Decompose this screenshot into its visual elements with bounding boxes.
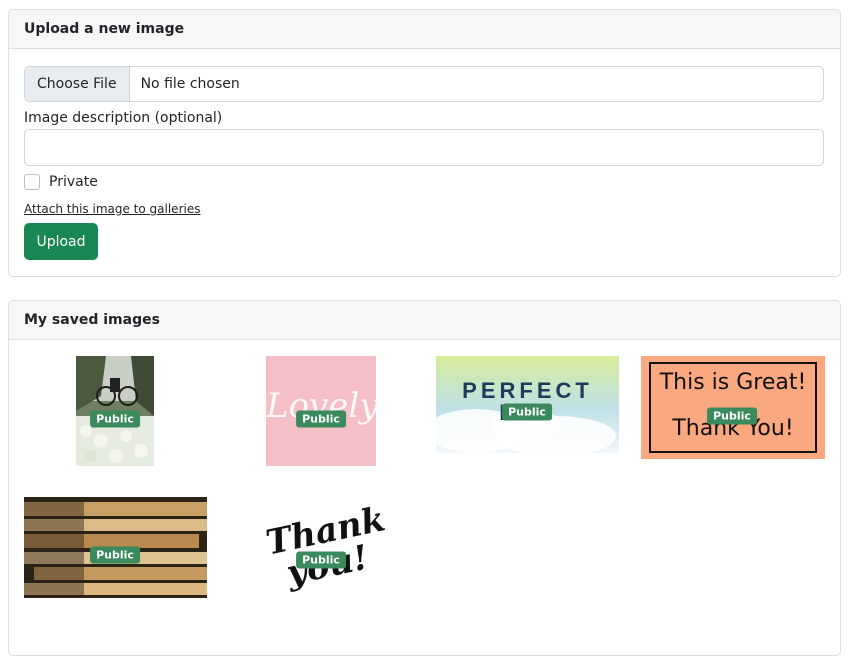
great-image-text: This is Great! xyxy=(659,370,807,395)
saved-image-bike[interactable]: Public xyxy=(76,356,154,466)
saved-image-books[interactable]: Public xyxy=(24,497,207,598)
description-label: Image description (optional) xyxy=(24,110,223,126)
image-badge-public: Public xyxy=(502,403,552,421)
private-label: Private xyxy=(49,174,98,190)
image-badge-public: Public xyxy=(296,551,346,569)
upload-card-title: Upload a new image xyxy=(9,10,840,49)
choose-file-button[interactable]: Choose File xyxy=(25,67,130,101)
attach-galleries-link[interactable]: Attach this image to galleries xyxy=(24,202,200,216)
image-badge-public: Public xyxy=(90,546,140,564)
image-badge-public: Public xyxy=(90,410,140,428)
saved-image-thank-you-script[interactable]: Thank you! Public xyxy=(247,497,397,607)
saved-image-perfect-day[interactable]: PERFECT DAY Public xyxy=(436,356,619,453)
private-checkbox[interactable] xyxy=(24,174,40,190)
thank-you-script-text: Thank you! xyxy=(262,499,389,593)
saved-image-thank-you-great[interactable]: This is Great! Thank You! Public xyxy=(641,356,825,459)
file-input[interactable]: Choose File No file chosen xyxy=(24,66,824,102)
saved-images-title: My saved images xyxy=(9,301,840,340)
private-row[interactable]: Private xyxy=(24,174,98,190)
upload-card: Upload a new image Choose File No file c… xyxy=(8,9,841,277)
image-badge-public: Public xyxy=(707,407,757,425)
upload-button[interactable]: Upload xyxy=(24,223,98,260)
description-input[interactable] xyxy=(24,129,824,166)
saved-image-lovely[interactable]: Lovely Public xyxy=(266,356,376,466)
saved-images-card: My saved images Public Lovely Public PER… xyxy=(8,300,841,656)
file-status: No file chosen xyxy=(140,76,240,92)
image-badge-public: Public xyxy=(296,410,346,428)
